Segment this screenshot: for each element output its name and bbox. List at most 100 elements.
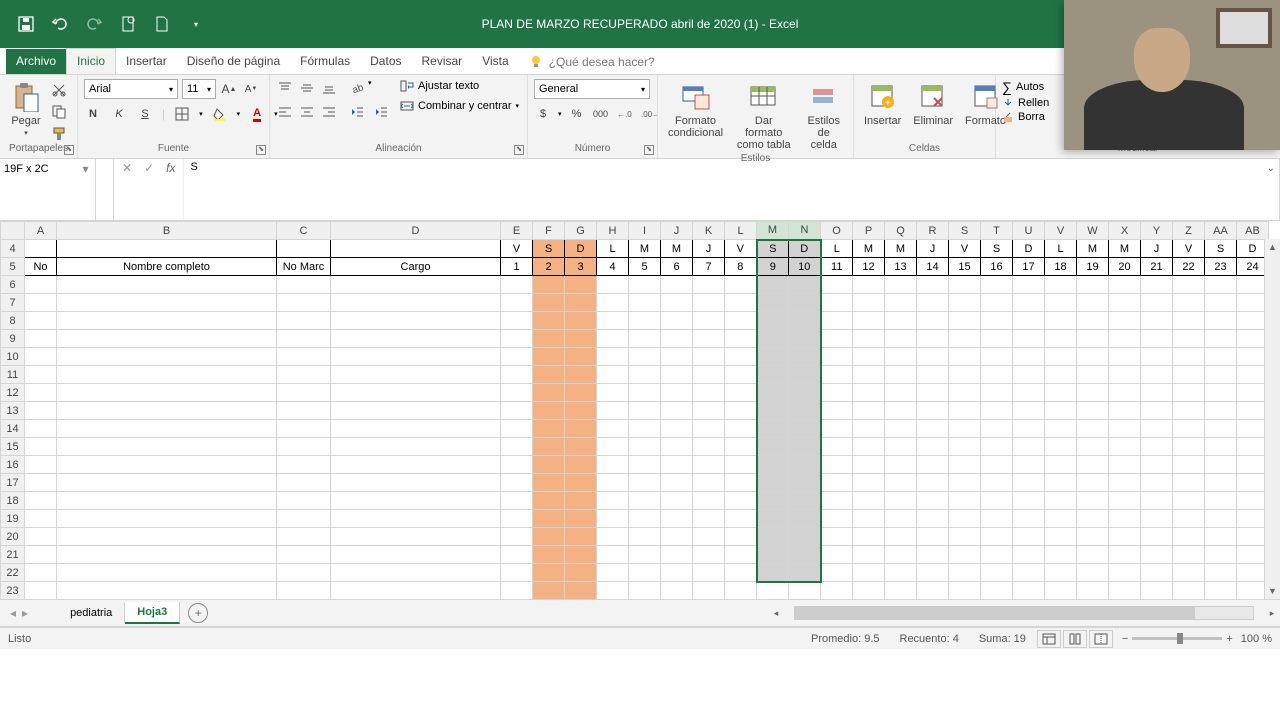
expand-formula-bar-icon[interactable]: ⌄	[1267, 163, 1275, 174]
cell-X13[interactable]	[1109, 402, 1141, 420]
cell-P21[interactable]	[853, 546, 885, 564]
cell-C15[interactable]	[277, 438, 331, 456]
col-header-K[interactable]: K	[693, 222, 725, 240]
cell-S12[interactable]	[949, 384, 981, 402]
cell-S20[interactable]	[949, 528, 981, 546]
cell-V7[interactable]	[1045, 294, 1077, 312]
cell-L15[interactable]	[725, 438, 757, 456]
cell-Y22[interactable]	[1141, 564, 1173, 582]
cell-M13[interactable]	[757, 402, 789, 420]
cell-AA18[interactable]	[1205, 492, 1237, 510]
cell-Z12[interactable]	[1173, 384, 1205, 402]
cell-B19[interactable]	[57, 510, 277, 528]
cell-V23[interactable]	[1045, 582, 1077, 600]
cell-V4[interactable]: L	[1045, 240, 1077, 258]
cell-O12[interactable]	[821, 384, 853, 402]
col-header-AA[interactable]: AA	[1205, 222, 1237, 240]
sheet-tab-pediatria[interactable]: pediatria	[58, 603, 125, 623]
cell-P4[interactable]: M	[853, 240, 885, 258]
cell-A20[interactable]	[25, 528, 57, 546]
cell-M16[interactable]	[757, 456, 789, 474]
cell-M11[interactable]	[757, 366, 789, 384]
cell-I16[interactable]	[629, 456, 661, 474]
cell-N13[interactable]	[789, 402, 821, 420]
cell-K21[interactable]	[693, 546, 725, 564]
cell-C17[interactable]	[277, 474, 331, 492]
cell-U14[interactable]	[1013, 420, 1045, 438]
touch-mode-icon[interactable]	[120, 16, 136, 32]
cell-F14[interactable]	[533, 420, 565, 438]
row-header-16[interactable]: 16	[1, 456, 25, 474]
undo-icon[interactable]	[52, 16, 68, 32]
cell-L12[interactable]	[725, 384, 757, 402]
cell-I21[interactable]	[629, 546, 661, 564]
conditional-format-button[interactable]: Formato condicional	[664, 79, 727, 141]
cell-Q23[interactable]	[885, 582, 917, 600]
cell-C23[interactable]	[277, 582, 331, 600]
cell-B18[interactable]	[57, 492, 277, 510]
cell-O16[interactable]	[821, 456, 853, 474]
cell-A4[interactable]	[25, 240, 57, 258]
cell-M14[interactable]	[757, 420, 789, 438]
cell-K15[interactable]	[693, 438, 725, 456]
cell-D13[interactable]	[331, 402, 501, 420]
cell-G17[interactable]	[565, 474, 597, 492]
cell-W20[interactable]	[1077, 528, 1109, 546]
cell-AA20[interactable]	[1205, 528, 1237, 546]
cell-Y8[interactable]	[1141, 312, 1173, 330]
cell-C8[interactable]	[277, 312, 331, 330]
cell-H20[interactable]	[597, 528, 629, 546]
cell-E8[interactable]	[501, 312, 533, 330]
cell-U20[interactable]	[1013, 528, 1045, 546]
cell-J18[interactable]	[661, 492, 693, 510]
cell-M23[interactable]	[757, 582, 789, 600]
thousands-button[interactable]: 000	[592, 105, 610, 123]
cell-U9[interactable]	[1013, 330, 1045, 348]
cell-V21[interactable]	[1045, 546, 1077, 564]
cell-Y13[interactable]	[1141, 402, 1173, 420]
paste-button[interactable]: Pegar ▾	[6, 79, 46, 139]
cell-G13[interactable]	[565, 402, 597, 420]
cell-U19[interactable]	[1013, 510, 1045, 528]
cell-C16[interactable]	[277, 456, 331, 474]
cell-M20[interactable]	[757, 528, 789, 546]
view-page-layout-icon[interactable]	[1063, 630, 1087, 648]
cell-J17[interactable]	[661, 474, 693, 492]
col-header-T[interactable]: T	[981, 222, 1013, 240]
autosum-button[interactable]: ∑Autos	[1002, 79, 1044, 95]
view-page-break-icon[interactable]	[1089, 630, 1113, 648]
cell-O4[interactable]: L	[821, 240, 853, 258]
cell-G12[interactable]	[565, 384, 597, 402]
col-header-O[interactable]: O	[821, 222, 853, 240]
cell-P14[interactable]	[853, 420, 885, 438]
cell-V13[interactable]	[1045, 402, 1077, 420]
cell-F7[interactable]	[533, 294, 565, 312]
cell-E21[interactable]	[501, 546, 533, 564]
cell-C10[interactable]	[277, 348, 331, 366]
cell-J7[interactable]	[661, 294, 693, 312]
cell-X7[interactable]	[1109, 294, 1141, 312]
cell-M19[interactable]	[757, 510, 789, 528]
cell-B14[interactable]	[57, 420, 277, 438]
cell-I4[interactable]: M	[629, 240, 661, 258]
cell-S4[interactable]: V	[949, 240, 981, 258]
cell-P18[interactable]	[853, 492, 885, 510]
cell-G20[interactable]	[565, 528, 597, 546]
cell-I13[interactable]	[629, 402, 661, 420]
cell-H10[interactable]	[597, 348, 629, 366]
cell-O23[interactable]	[821, 582, 853, 600]
cell-N6[interactable]	[789, 276, 821, 294]
cell-N22[interactable]	[789, 564, 821, 582]
cell-I14[interactable]	[629, 420, 661, 438]
decrease-font-icon[interactable]: A▼	[242, 80, 260, 98]
row-header-13[interactable]: 13	[1, 402, 25, 420]
cell-E10[interactable]	[501, 348, 533, 366]
align-left-icon[interactable]	[276, 103, 294, 121]
cell-A19[interactable]	[25, 510, 57, 528]
tab-inicio[interactable]: Inicio	[66, 48, 116, 74]
cell-X12[interactable]	[1109, 384, 1141, 402]
cell-H9[interactable]	[597, 330, 629, 348]
align-bottom-icon[interactable]	[320, 79, 338, 97]
hscroll-right-icon[interactable]: ▸	[1264, 608, 1280, 619]
cell-N16[interactable]	[789, 456, 821, 474]
